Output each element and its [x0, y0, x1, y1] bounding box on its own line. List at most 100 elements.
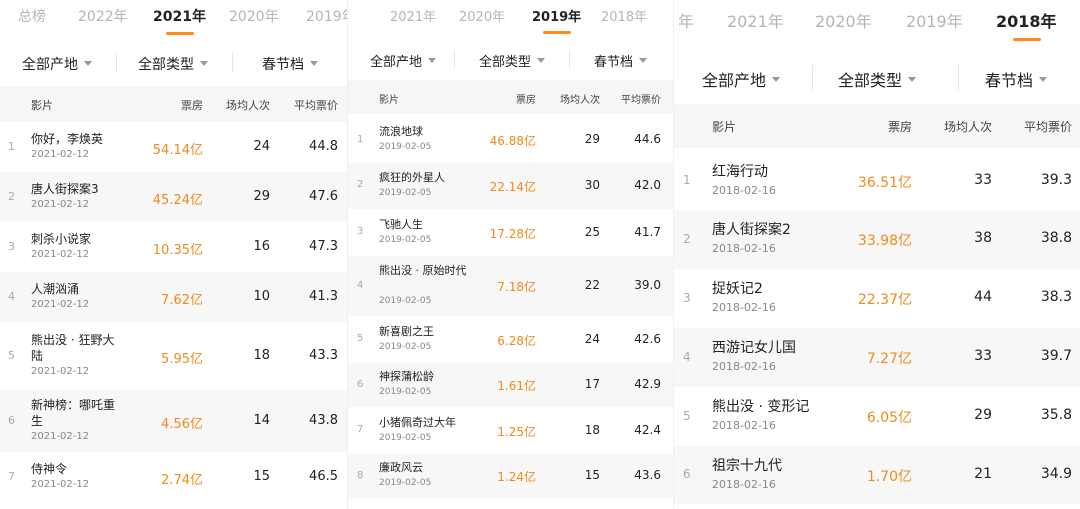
- season-filter[interactable]: 春节档: [262, 54, 318, 74]
- movie-row[interactable]: 6 新神榜：哪吒重生 2021-02-12 4.56亿 14 43.8: [0, 390, 347, 452]
- release-date: 2018-02-16: [712, 184, 776, 197]
- movie-row[interactable]: 6 神探蒲松龄 2019-02-05 1.61亿 17 42.9: [348, 363, 673, 407]
- release-date: 2018-02-16: [712, 419, 776, 432]
- movie-row[interactable]: 2 唐人街探案3 2021-02-12 45.24亿 29 47.6: [0, 172, 347, 222]
- release-date: 2021-02-12: [31, 199, 90, 210]
- filter-bar: 全部产地 全部类型 春节档: [0, 43, 347, 83]
- box-office-value: 22.37亿: [857, 292, 912, 308]
- box-office-value: 7.27亿: [866, 351, 912, 367]
- tab-2020年[interactable]: 2020年: [229, 6, 279, 26]
- movie-row[interactable]: 6 祖宗十九代 2018-02-16 1.70亿 21 34.9: [674, 446, 1080, 504]
- tab-2018年[interactable]: 2018年: [601, 6, 647, 25]
- box-office-value: 54.14亿: [152, 143, 203, 158]
- avg-price-value: 43.8: [309, 413, 338, 428]
- ranking-list: 1 你好，李焕英 2021-02-12 54.14亿 24 44.8 2 唐人街探案3 2021…: [0, 122, 347, 509]
- movie-row[interactable]: 2 唐人街探案2 2018-02-16 33.98亿 38 38.8: [674, 210, 1080, 269]
- avg-audience-value: 29: [253, 189, 270, 204]
- type-filter[interactable]: 全部类型: [838, 67, 917, 91]
- rank-number: 4: [357, 280, 364, 291]
- movie-row[interactable]: 4 西游记女儿国 2018-02-16 7.27亿 33 39.7: [674, 328, 1080, 387]
- rank-number: 5: [683, 409, 691, 423]
- movie-title[interactable]: 神探蒲松龄: [379, 370, 579, 385]
- movie-title[interactable]: 飞驰人生: [379, 218, 579, 233]
- divider: [454, 50, 455, 68]
- filter-label: 全部类型: [479, 55, 532, 70]
- column-header-avg-price[interactable]: 平均票价: [621, 91, 661, 106]
- column-header-avg-audience[interactable]: 场均人次: [226, 97, 270, 113]
- movie-title[interactable]: 疯狂的外星人: [379, 171, 579, 186]
- movie-title[interactable]: 新神榜：哪吒重生: [31, 397, 123, 429]
- release-date: 2021-02-12: [31, 479, 90, 490]
- movie-row[interactable]: 2 疯狂的外星人 2019-02-05 22.14亿 30 42.0: [348, 162, 673, 209]
- movie-row[interactable]: 7 侍神令 2021-02-12 2.74亿 15 46.5: [0, 452, 347, 502]
- tab-2019年年[interactable]: 2019年年: [306, 6, 347, 26]
- box-office-value: 5.95亿: [161, 352, 203, 367]
- region-filter[interactable]: 全部产地: [702, 67, 781, 91]
- movie-title[interactable]: 廉政风云: [379, 461, 579, 476]
- column-header-avg-price[interactable]: 平均票价: [294, 97, 338, 113]
- movie-row[interactable]: 4 人潮汹涌 2021-02-12 7.62亿 10 41.3: [0, 272, 347, 322]
- movie-title[interactable]: 新喜剧之王: [379, 325, 579, 340]
- filter-label: 全部类型: [838, 71, 903, 90]
- tab-2020年[interactable]: 2020年: [815, 8, 872, 32]
- movie-title[interactable]: 熊出没 · 原始时代: [379, 264, 471, 279]
- movie-row[interactable]: 1 你好，李焕英 2021-02-12 54.14亿 24 44.8: [0, 122, 347, 172]
- movie-title[interactable]: 流浪地球: [379, 125, 579, 140]
- movie-row[interactable]: 4 熊出没 · 原始时代 2019-02-05 7.18亿 22 39.0: [348, 256, 673, 316]
- column-header-box-office[interactable]: 票房: [181, 97, 203, 113]
- avg-price-value: 39.3: [1040, 172, 1072, 188]
- column-header-box-office[interactable]: 票房: [888, 118, 912, 135]
- movie-row[interactable]: 5 熊出没 · 狂野大陆 2021-02-12 5.95亿 18 43.3: [0, 322, 347, 390]
- avg-audience-value: 14: [253, 413, 270, 428]
- column-header-avg-audience[interactable]: 场均人次: [944, 118, 992, 135]
- ranking-list: 1 流浪地球 2019-02-05 46.88亿 29 44.6 2 疯狂的外星人 2019-0…: [348, 118, 673, 509]
- rank-number: 2: [8, 190, 15, 203]
- filter-label: 春节档: [594, 55, 634, 70]
- column-header-avg-audience[interactable]: 场均人次: [560, 91, 600, 106]
- region-filter[interactable]: 全部产地: [22, 54, 92, 74]
- movie-title[interactable]: 熊出没 · 狂野大陆: [31, 332, 123, 364]
- caret-down-icon: [428, 58, 437, 63]
- season-filter[interactable]: 春节档: [594, 51, 648, 70]
- tab-2021年[interactable]: 2021年: [390, 6, 436, 25]
- tab-2020年[interactable]: 2020年: [459, 6, 505, 25]
- movie-title[interactable]: 小猪佩奇过大年: [379, 416, 579, 431]
- avg-audience-value: 33: [974, 172, 992, 188]
- season-filter[interactable]: 春节档: [985, 67, 1048, 91]
- box-office-value: 6.28亿: [497, 334, 536, 348]
- tab-总榜[interactable]: 总榜: [18, 6, 46, 26]
- region-filter[interactable]: 全部产地: [370, 51, 437, 70]
- movie-row[interactable]: 5 熊出没 · 变形记 2018-02-16 6.05亿 29 35.8: [674, 387, 1080, 446]
- column-header-avg-price[interactable]: 平均票价: [1024, 118, 1072, 135]
- box-office-value: 10.35亿: [152, 243, 203, 258]
- movie-row[interactable]: 3 飞驰人生 2019-02-05 17.28亿 25 41.7: [348, 209, 673, 256]
- movie-row[interactable]: 1 流浪地球 2019-02-05 46.88亿 29 44.6: [348, 118, 673, 162]
- type-filter[interactable]: 全部类型: [479, 51, 546, 70]
- column-header-box-office[interactable]: 票房: [516, 91, 536, 106]
- column-header-movie: 影片: [712, 120, 737, 134]
- type-filter[interactable]: 全部类型: [138, 54, 208, 74]
- avg-audience-value: 44: [974, 289, 992, 305]
- movie-row[interactable]: 3 刺杀小说家 2021-02-12 10.35亿 16 47.3: [0, 222, 347, 272]
- movie-row[interactable]: 3 捉妖记2 2018-02-16 22.37亿 44 38.3: [674, 269, 1080, 328]
- tab-2018年[interactable]: 2018年: [996, 8, 1057, 32]
- tab-2021年[interactable]: 2021年: [727, 8, 784, 32]
- movie-row[interactable]: 1 红海行动 2018-02-16 36.51亿 33 39.3: [674, 152, 1080, 210]
- tab-2019年[interactable]: 2019年: [532, 6, 581, 25]
- rank-number: 6: [357, 379, 364, 390]
- tab-2019年[interactable]: 2019年: [906, 8, 963, 32]
- avg-audience-value: 18: [584, 423, 600, 437]
- rank-number: 3: [8, 240, 15, 253]
- tab-2021年[interactable]: 2021年: [153, 6, 206, 26]
- avg-audience-value: 24: [253, 139, 270, 154]
- movie-row[interactable]: 5 新喜剧之王 2019-02-05 6.28亿 24 42.6: [348, 316, 673, 363]
- caret-down-icon: [908, 77, 917, 82]
- movie-row[interactable]: 7 小猪佩奇过大年 2019-02-05 1.25亿 18 42.4: [348, 407, 673, 454]
- avg-audience-value: 21: [974, 466, 992, 482]
- filter-bar: 全部产地 全部类型 春节档: [348, 40, 673, 78]
- rank-number: 4: [8, 290, 15, 303]
- tab-2022年[interactable]: 2022年: [78, 6, 128, 26]
- avg-price-value: 38.3: [1040, 289, 1072, 305]
- tab-年[interactable]: 年: [678, 8, 694, 32]
- movie-row[interactable]: 8 廉政风云 2019-02-05 1.24亿 15 43.6: [348, 454, 673, 498]
